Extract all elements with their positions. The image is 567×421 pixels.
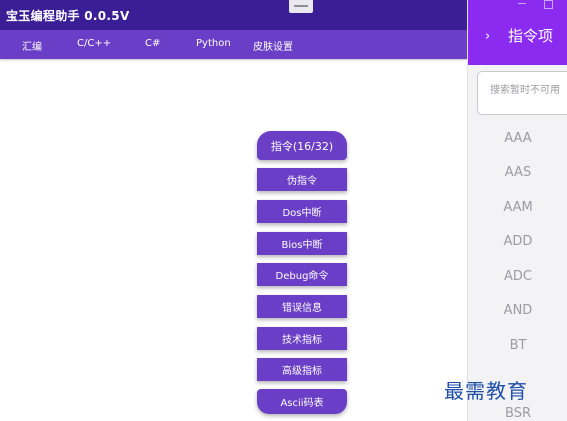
menu-item-assembly[interactable]: 汇编 [22, 38, 42, 53]
chevron-right-icon[interactable]: › [485, 29, 490, 44]
instruction-item[interactable]: BSR [468, 406, 567, 421]
instruction-item[interactable]: AND [468, 303, 567, 318]
instruction-item[interactable]: BT [468, 338, 567, 353]
app-title: 宝玉编程助手 0.0.5V [6, 9, 130, 23]
maximize-icon[interactable] [544, 0, 553, 9]
side-panel-header: › 指令项 [468, 0, 567, 65]
instructions-button[interactable]: 指令(16/32) [257, 131, 347, 160]
dos-interrupt-button[interactable]: Dos中断 [257, 200, 347, 223]
instruction-side-panel: › 指令项 AAA AAS AAM ADD ADC AND BT BSR [467, 0, 567, 421]
instruction-item[interactable]: AAA [468, 131, 567, 146]
menu-item-cpp[interactable]: C/C++ [77, 38, 111, 49]
advanced-indicator-button[interactable]: 高级指标 [257, 358, 347, 381]
drag-handle-icon[interactable] [289, 0, 313, 13]
menu-bar: 汇编 C/C++ C# Python 皮肤设置 [0, 30, 467, 59]
instruction-item[interactable]: AAM [468, 200, 567, 215]
instruction-item[interactable]: AAS [468, 165, 567, 180]
bios-interrupt-button[interactable]: Bios中断 [257, 232, 347, 255]
search-input[interactable] [488, 84, 567, 97]
debug-command-button[interactable]: Debug命令 [257, 263, 347, 286]
side-panel-title: 指令项 [508, 27, 554, 45]
watermark-text: 最需教育 [444, 379, 528, 403]
pseudo-instruction-button[interactable]: 伪指令 [257, 168, 347, 191]
ascii-table-button[interactable]: Ascii码表 [257, 389, 347, 414]
instruction-item[interactable]: ADC [468, 269, 567, 284]
search-box[interactable] [477, 71, 567, 115]
minimize-icon[interactable] [518, 3, 526, 4]
error-info-button[interactable]: 错误信息 [257, 295, 347, 318]
instruction-item[interactable]: ADD [468, 234, 567, 249]
title-bar: 宝玉编程助手 0.0.5V [0, 0, 467, 30]
technical-indicator-button[interactable]: 技术指标 [257, 327, 347, 350]
menu-item-csharp[interactable]: C# [145, 38, 160, 49]
menu-item-python[interactable]: Python [196, 38, 231, 49]
menu-item-skin-settings[interactable]: 皮肤设置 [253, 38, 293, 53]
